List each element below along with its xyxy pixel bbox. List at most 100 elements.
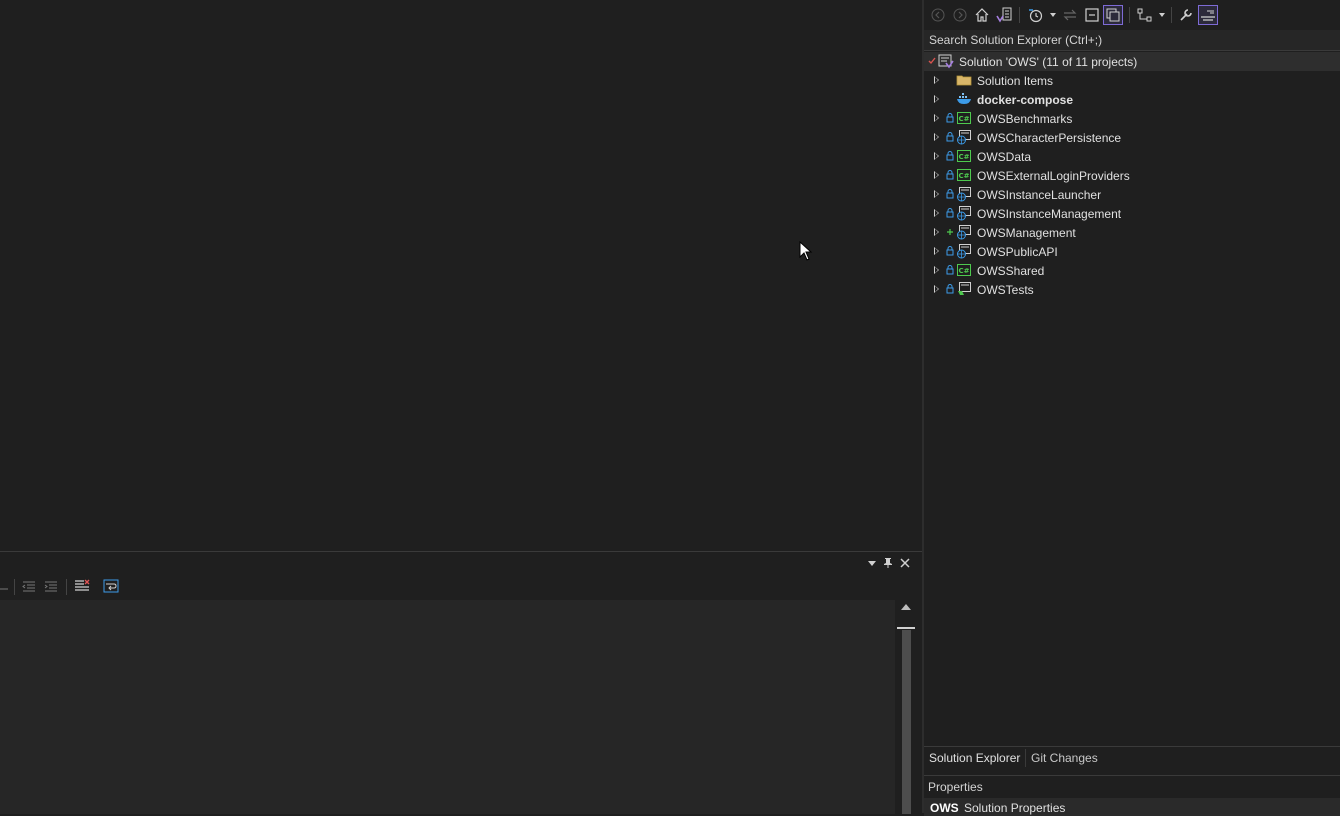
tree-item-owsexternalloginproviders[interactable]: C# OWSExternalLoginProviders <box>924 166 1340 185</box>
lock-icon <box>946 265 954 275</box>
solution-explorer-panel: Search Solution Explorer (Ctrl+;) Soluti… <box>924 0 1340 816</box>
chevron-down-icon[interactable] <box>1050 13 1056 17</box>
scope-view-icon[interactable] <box>1135 5 1155 25</box>
scroll-up-icon[interactable] <box>901 604 911 610</box>
tree-item-owsdata[interactable]: C# OWSData <box>924 147 1340 166</box>
expand-arrow-icon[interactable] <box>934 209 939 217</box>
tree-item-docker-compose[interactable]: docker-compose <box>924 90 1340 109</box>
lock-icon <box>946 113 954 123</box>
tree-item-label: docker-compose <box>977 93 1074 107</box>
expand-arrow-icon[interactable] <box>934 266 939 274</box>
increase-indent-icon[interactable] <box>42 577 60 595</box>
chevron-down-icon[interactable] <box>1159 13 1165 17</box>
folder-icon <box>956 75 972 86</box>
editor-area[interactable] <box>0 0 922 551</box>
tab-git-changes[interactable]: Git Changes <box>1031 751 1098 765</box>
tree-item-owsmanagement[interactable]: OWSManagement <box>924 223 1340 242</box>
tab-separator <box>1025 749 1026 767</box>
tree-item-label: OWSInstanceManagement <box>977 207 1122 221</box>
svg-text:C#: C# <box>958 172 969 180</box>
pending-changes-filter-icon[interactable] <box>1026 5 1046 25</box>
output-text-area[interactable] <box>0 600 895 814</box>
tab-solution-explorer[interactable]: Solution Explorer <box>929 751 1020 765</box>
properties-title: Properties <box>928 780 983 794</box>
show-all-files-icon[interactable] <box>1103 5 1123 25</box>
home-icon[interactable] <box>972 5 992 25</box>
preview-selected-items-icon[interactable] <box>1198 5 1218 25</box>
expand-arrow-icon[interactable] <box>934 228 939 236</box>
solution-icon <box>938 54 954 69</box>
clear-all-icon[interactable] <box>73 577 91 595</box>
output-panel-titlebar <box>0 552 922 574</box>
tree-item-label: OWSBenchmarks <box>977 112 1073 126</box>
tree-item-label: OWSShared <box>977 264 1045 278</box>
expand-arrow-icon[interactable] <box>934 247 939 255</box>
panel-tabs: Solution Explorer Git Changes <box>924 746 1340 769</box>
output-panel <box>0 551 922 814</box>
window-position-dropdown-icon[interactable] <box>864 555 880 571</box>
expand-arrow-icon[interactable] <box>934 285 939 293</box>
web-project-icon <box>957 244 971 259</box>
expand-arrow-icon[interactable] <box>934 95 939 103</box>
tree-item-label: OWSPublicAPI <box>977 245 1058 259</box>
word-wrap-icon[interactable] <box>102 577 120 595</box>
tree-item-label: OWSManagement <box>977 226 1076 240</box>
output-toolbar <box>0 576 922 598</box>
test-project-icon <box>958 282 971 295</box>
lock-icon <box>946 132 954 142</box>
solution-explorer-toolbar <box>924 0 1340 30</box>
lock-icon <box>946 246 954 256</box>
web-project-icon <box>957 130 971 145</box>
mouse-cursor-icon <box>799 241 813 261</box>
tree-item-owspublicapi[interactable]: OWSPublicAPI <box>924 242 1340 261</box>
toolbar-separator <box>1171 7 1172 23</box>
tree-item-label: OWSExternalLoginProviders <box>977 169 1130 183</box>
solution-label: Solution 'OWS' (11 of 11 projects) <box>959 55 1138 69</box>
lock-icon <box>946 208 954 218</box>
tree-item-label: OWSData <box>977 150 1032 164</box>
lock-icon <box>946 151 954 161</box>
switch-views-icon[interactable] <box>994 5 1014 25</box>
web-project-icon <box>957 225 971 240</box>
solution-node[interactable]: Solution 'OWS' (11 of 11 projects) <box>924 52 1340 71</box>
properties-object-selector[interactable]: OWS Solution Properties <box>924 798 1340 816</box>
svg-text:C#: C# <box>958 115 969 123</box>
properties-wrench-icon[interactable] <box>1176 5 1196 25</box>
tree-item-owsshared[interactable]: C# OWSShared <box>924 261 1340 280</box>
tree-item-owsinstancelauncher[interactable]: OWSInstanceLauncher <box>924 185 1340 204</box>
prev-message-icon[interactable] <box>0 577 12 595</box>
tree-item-owsinstancemanagement[interactable]: OWSInstanceManagement <box>924 204 1340 223</box>
added-plus-icon <box>947 229 953 235</box>
forward-icon[interactable] <box>950 5 970 25</box>
decrease-indent-icon[interactable] <box>20 577 38 595</box>
scroll-top-marker <box>897 627 915 629</box>
lock-icon <box>946 170 954 180</box>
pin-icon[interactable] <box>880 555 896 571</box>
scrollbar-thumb[interactable] <box>902 630 911 814</box>
tree-item-owstests[interactable]: OWSTests <box>924 280 1340 299</box>
expand-arrow-icon[interactable] <box>934 76 939 84</box>
lock-icon <box>946 284 954 294</box>
tree-item-label: OWSInstanceLauncher <box>977 188 1102 202</box>
tree-item-solution-items[interactable]: Solution Items <box>924 71 1340 90</box>
tree-item-owscharacterpersistence[interactable]: OWSCharacterPersistence <box>924 128 1340 147</box>
back-icon[interactable] <box>928 5 948 25</box>
lock-icon <box>946 189 954 199</box>
sync-with-active-document-icon[interactable] <box>1060 5 1080 25</box>
output-vertical-scrollbar[interactable] <box>897 600 915 814</box>
search-input[interactable]: Search Solution Explorer (Ctrl+;) <box>924 30 1340 51</box>
expand-arrow-icon[interactable] <box>934 114 939 122</box>
check-icon <box>928 57 936 65</box>
expand-arrow-icon[interactable] <box>934 133 939 141</box>
toolbar-separator <box>66 579 67 595</box>
web-project-icon <box>957 206 971 221</box>
svg-text:C#: C# <box>958 153 969 161</box>
close-icon[interactable] <box>897 555 913 571</box>
tree-item-owsbenchmarks[interactable]: C# OWSBenchmarks <box>924 109 1340 128</box>
expand-arrow-icon[interactable] <box>934 190 939 198</box>
docker-compose-icon <box>957 93 971 104</box>
expand-arrow-icon[interactable] <box>934 171 939 179</box>
toolbar-separator <box>1129 7 1130 23</box>
expand-arrow-icon[interactable] <box>934 152 939 160</box>
collapse-all-icon[interactable] <box>1082 5 1102 25</box>
